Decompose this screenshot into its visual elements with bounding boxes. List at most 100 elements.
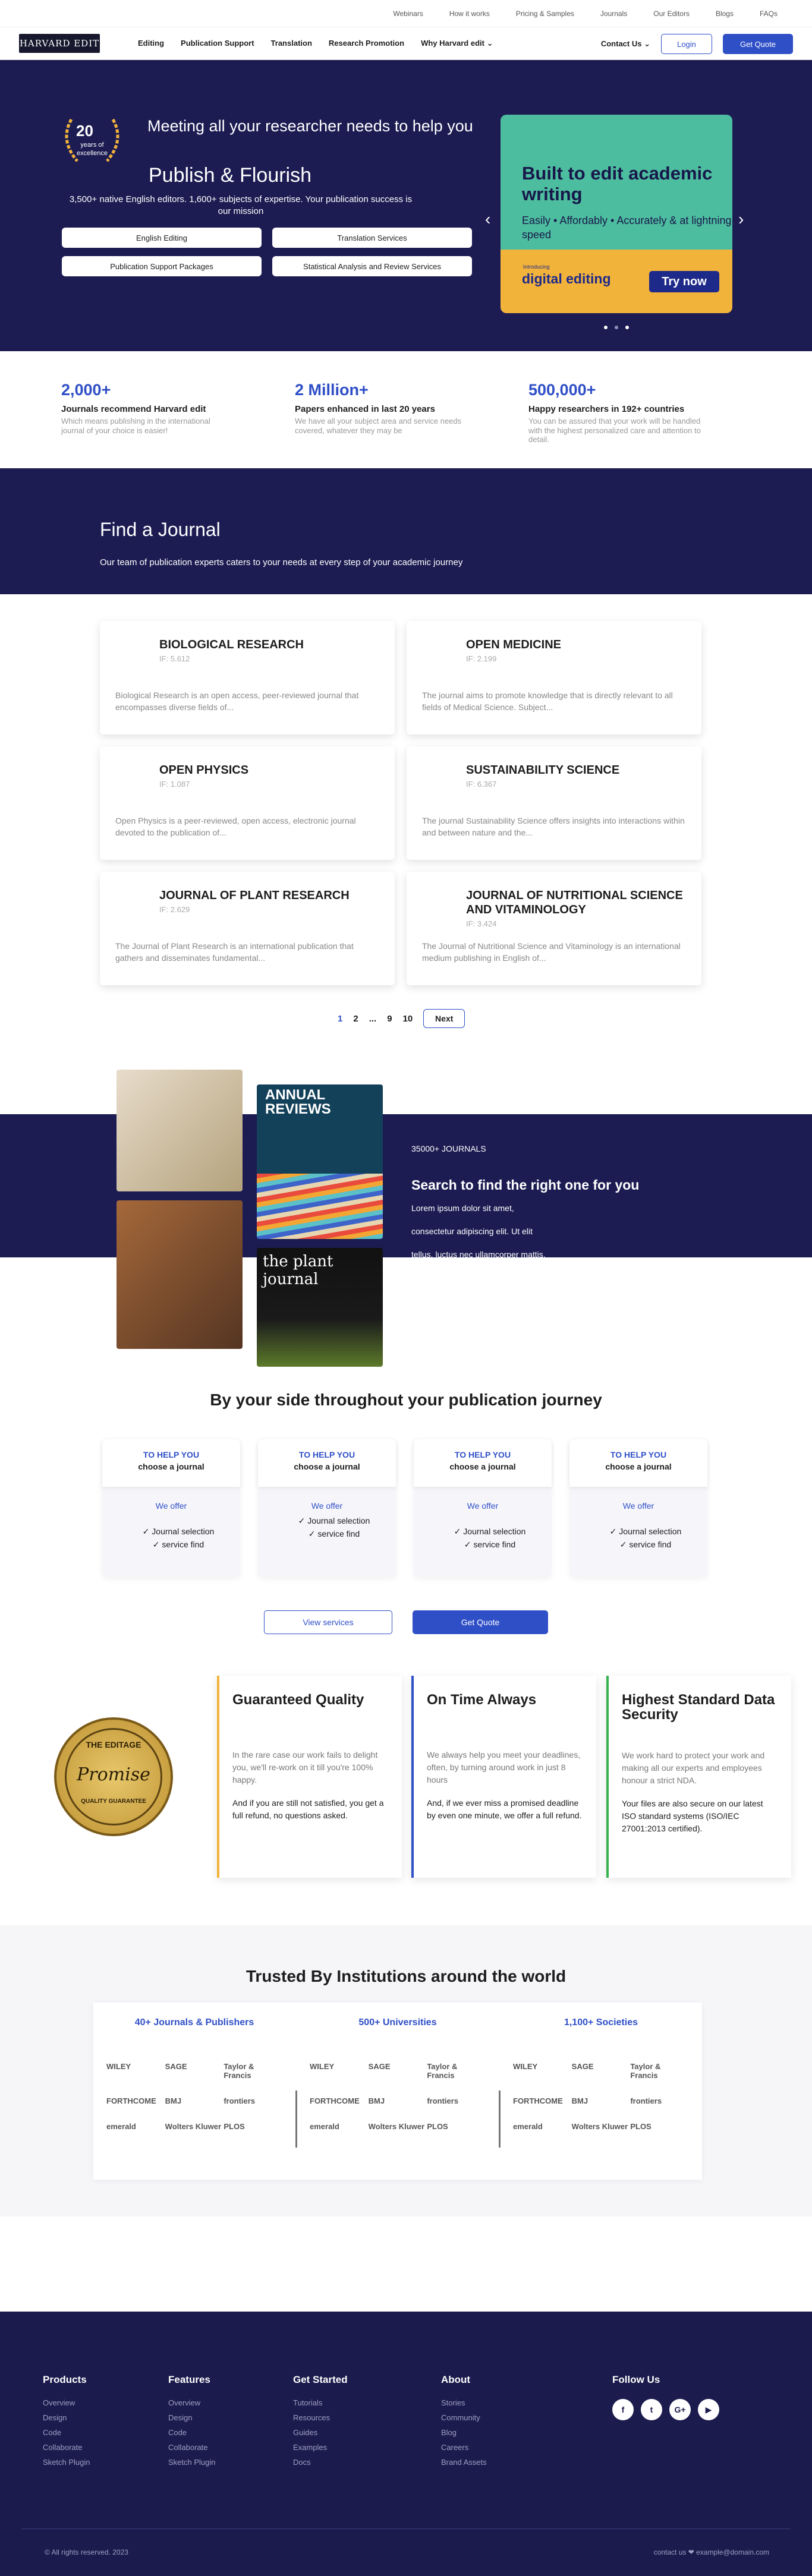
publisher-logo: Wolters Kluwer [571, 2122, 628, 2131]
english-editing-button[interactable]: English Editing [62, 228, 262, 248]
facebook-icon[interactable]: f [612, 2399, 634, 2420]
topbar-link-how-it-works[interactable]: How it works [449, 10, 490, 18]
slide-intro: Introducing [523, 264, 550, 270]
publisher-logo: PLOS [224, 2122, 245, 2131]
journal-title: JOURNAL OF PLANT RESEARCH [159, 889, 350, 902]
google-plus-icon[interactable]: G+ [669, 2399, 691, 2420]
footer-link[interactable]: Collaborate [168, 2440, 216, 2455]
contact-email-link[interactable]: contact us ❤ example@domain.com [654, 2548, 769, 2556]
help-card[interactable]: TO HELP YOU choose a journal We offer Journ… [102, 1439, 240, 1577]
topbar-link-journals[interactable]: Journals [600, 10, 627, 18]
journey-section: By your side throughout your publication… [0, 1307, 812, 1634]
page-1-link[interactable]: 1 [338, 1014, 342, 1024]
journal-card[interactable]: JOURNAL OF NUTRITIONAL SCIENCE AND VITAM… [407, 872, 701, 985]
carousel-dot[interactable] [615, 326, 618, 329]
get-quote-button[interactable]: Get Quote [413, 1610, 548, 1634]
footer-link[interactable]: Blog [441, 2425, 487, 2440]
stat-label: Papers enhanced in last 20 years [295, 404, 435, 414]
nav-link-editing[interactable]: Editing [138, 39, 164, 48]
contact-us-dropdown[interactable]: Contact Us ⌄ [601, 39, 650, 49]
stat-number: 2 Million+ [295, 381, 369, 399]
get-quote-button[interactable]: Get Quote [723, 34, 793, 54]
help-card-title: choose a journal [138, 1462, 204, 1471]
topbar-link-pricing[interactable]: Pricing & Samples [516, 10, 574, 18]
next-page-button[interactable]: Next [423, 1009, 465, 1028]
statistical-analysis-button[interactable]: Statistical Analysis and Review Services [272, 256, 472, 276]
footer-link[interactable]: Careers [441, 2440, 487, 2455]
journal-title: SUSTAINABILITY SCIENCE [466, 764, 620, 777]
hero-tagline: Meeting all your researcher needs to hel… [147, 117, 473, 135]
carousel-prev-icon[interactable]: ‹ [485, 210, 490, 229]
footer-link[interactable]: Resources [293, 2410, 348, 2425]
publisher-logo: Taylor & Francis [427, 2062, 458, 2080]
site-logo[interactable]: HARVARD EDIT [19, 34, 100, 53]
search-text-line: tellus, luctus nec ullamcorper mattis, [411, 1250, 546, 1259]
help-card-item: Journal selection [428, 1525, 552, 1538]
footer-link[interactable]: Tutorials [293, 2395, 348, 2410]
footer-link[interactable]: Guides [293, 2425, 348, 2440]
translation-services-button[interactable]: Translation Services [272, 228, 472, 248]
footer-link[interactable]: Sketch Plugin [43, 2455, 90, 2470]
footer-link[interactable]: Stories [441, 2395, 487, 2410]
footer-link[interactable]: Overview [43, 2395, 90, 2410]
trusted-column: 500+ Universities WILEY SAGE Taylor & Franc… [297, 2003, 499, 2180]
journey-title: By your side throughout your publication… [210, 1391, 602, 1409]
journal-card[interactable]: OPEN PHYSICS IF: 1.087 Open Physics is a p… [100, 746, 395, 860]
help-card[interactable]: TO HELP YOU choose a journal We offer Journ… [414, 1439, 552, 1577]
try-now-button[interactable]: Try now [649, 271, 719, 292]
seal-bottom-text: QUALITY GUARANTEE [81, 1798, 146, 1805]
nav-link-research-promotion[interactable]: Research Promotion [329, 39, 404, 48]
guarantee-section: THE EDITAGE Promise QUALITY GUARANTEE Gu… [0, 1676, 812, 2216]
publisher-logo: emerald [513, 2122, 543, 2131]
footer-link[interactable]: Brand Assets [441, 2455, 487, 2470]
carousel-dot[interactable] [604, 326, 608, 329]
nav-link-publication-support[interactable]: Publication Support [181, 39, 254, 48]
view-services-button[interactable]: View services [264, 1610, 392, 1634]
journal-card[interactable]: OPEN MEDICINE IF: 2.199 The journal aims t… [407, 621, 701, 734]
publisher-logo: Taylor & Francis [630, 2062, 661, 2080]
carousel-dot[interactable] [625, 326, 629, 329]
nav-link-why-harvard-label: Why Harvard edit [421, 39, 484, 48]
nav-link-why-harvard[interactable]: Why Harvard edit ⌄ [421, 39, 493, 48]
footer-link[interactable]: Overview [168, 2395, 216, 2410]
hero-subtitle: 3,500+ native English editors. 1,600+ su… [69, 194, 413, 216]
carousel-next-icon[interactable]: › [738, 210, 744, 229]
guarantee-card: On Time Always We always help you meet yo… [411, 1676, 596, 1878]
footer-link[interactable]: Community [441, 2410, 487, 2425]
footer-link[interactable]: Design [168, 2410, 216, 2425]
journal-card[interactable]: JOURNAL OF PLANT RESEARCH IF: 2.629 The Jo… [100, 872, 395, 985]
footer-link[interactable]: Examples [293, 2440, 348, 2455]
footer-heading: Products [43, 2374, 87, 2385]
promo-carousel[interactable]: Built to edit academic writing Easily • … [501, 115, 732, 313]
topbar-link-faqs[interactable]: FAQs [760, 10, 778, 18]
journal-search-section: ANNUAL REVIEWS the plant journal 35000+ … [0, 1070, 812, 1367]
youtube-icon[interactable]: ▶ [698, 2399, 719, 2420]
twitter-icon[interactable]: t [641, 2399, 662, 2420]
page-9-link[interactable]: 9 [387, 1014, 392, 1024]
login-button[interactable]: Login [661, 34, 712, 54]
page-2-link[interactable]: 2 [353, 1014, 358, 1024]
help-card-title: choose a journal [294, 1462, 360, 1471]
footer-link[interactable]: Sketch Plugin [168, 2455, 216, 2470]
page-10-link[interactable]: 10 [403, 1014, 413, 1024]
publisher-logo: FORTHCOME [106, 2096, 156, 2105]
footer-link[interactable]: Docs [293, 2455, 348, 2470]
footer-link[interactable]: Collaborate [43, 2440, 90, 2455]
help-card[interactable]: TO HELP YOU choose a journal We offer Journ… [258, 1439, 396, 1577]
journal-card[interactable]: SUSTAINABILITY SCIENCE IF: 6.367 The journ… [407, 746, 701, 860]
journal-card[interactable]: BIOLOGICAL RESEARCH IF: 5.612 Biological R… [100, 621, 395, 734]
stat-label: Journals recommend Harvard edit [61, 404, 206, 414]
topbar-link-blogs[interactable]: Blogs [716, 10, 734, 18]
topbar-link-editors[interactable]: Our Editors [653, 10, 690, 18]
journal-title: JOURNAL OF NUTRITIONAL SCIENCE AND VITAM… [466, 889, 683, 916]
help-card[interactable]: TO HELP YOU choose a journal We offer Journ… [569, 1439, 707, 1577]
nav-link-translation[interactable]: Translation [271, 39, 312, 48]
footer-link[interactable]: Code [43, 2425, 90, 2440]
quality-seal: THE EDITAGE Promise QUALITY GUARANTEE [54, 1717, 173, 1836]
trusted-column: 40+ Journals & Publishers WILEY SAGE Taylor… [93, 2003, 295, 2180]
publication-support-button[interactable]: Publication Support Packages [62, 256, 262, 276]
topbar-link-webinars[interactable]: Webinars [393, 10, 423, 18]
publisher-logo: frontiers [630, 2096, 662, 2105]
footer-link[interactable]: Code [168, 2425, 216, 2440]
footer-link[interactable]: Design [43, 2410, 90, 2425]
